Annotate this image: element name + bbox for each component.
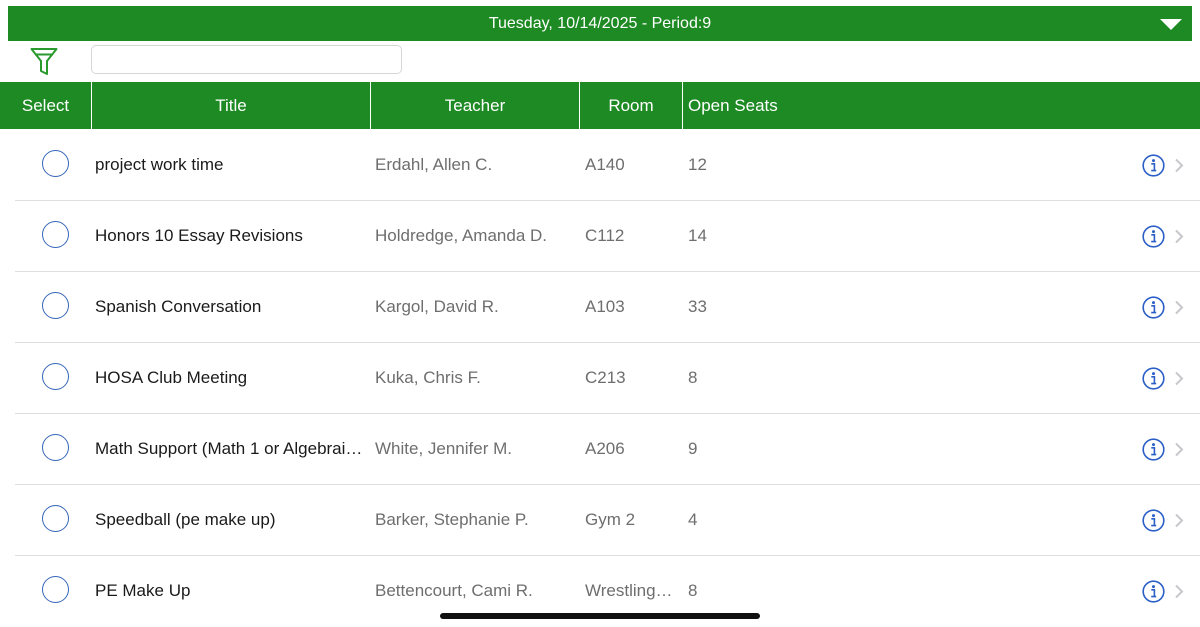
- row-open-seats: 12: [688, 155, 707, 174]
- select-radio[interactable]: [42, 363, 69, 390]
- table-row[interactable]: Speedball (pe make up) Barker, Stephanie…: [0, 485, 1200, 556]
- chevron-right-icon[interactable]: [1174, 371, 1184, 386]
- chevron-right-icon[interactable]: [1174, 229, 1184, 244]
- row-teacher: Kargol, David R.: [375, 297, 499, 316]
- column-header-teacher[interactable]: Teacher: [370, 82, 579, 129]
- chevron-right-icon[interactable]: [1174, 442, 1184, 457]
- row-open-seats: 4: [688, 510, 698, 529]
- table-row[interactable]: Spanish Conversation Kargol, David R. A1…: [0, 272, 1200, 343]
- date-period-label: Tuesday, 10/14/2025 - Period:9: [488, 14, 712, 32]
- column-header-open-seats[interactable]: Open Seats: [682, 82, 1200, 129]
- row-open-seats: 14: [688, 226, 707, 245]
- row-title: Honors 10 Essay Revisions: [95, 226, 303, 245]
- select-radio[interactable]: [42, 150, 69, 177]
- caret-down-icon[interactable]: [1160, 19, 1182, 30]
- home-indicator[interactable]: [440, 613, 760, 619]
- activity-selection-screen: Tuesday, 10/14/2025 - Period:9 Select Ti…: [0, 0, 1200, 627]
- column-header-select: Select: [21, 95, 70, 115]
- row-title: project work time: [95, 155, 224, 174]
- row-title: Math Support (Math 1 or Algebrai…: [95, 439, 363, 458]
- select-radio[interactable]: [42, 221, 69, 248]
- row-room: A103: [585, 297, 625, 316]
- table-row[interactable]: Honors 10 Essay Revisions Holdredge, Ama…: [0, 201, 1200, 272]
- activity-list: project work time Erdahl, Allen C. A140 …: [0, 130, 1200, 627]
- table-row[interactable]: Math Support (Math 1 or Algebrai… White,…: [0, 414, 1200, 485]
- chevron-right-icon[interactable]: [1174, 158, 1184, 173]
- row-open-seats: 8: [688, 368, 698, 387]
- chevron-right-icon[interactable]: [1174, 584, 1184, 599]
- row-teacher: White, Jennifer M.: [375, 439, 512, 458]
- row-teacher: Erdahl, Allen C.: [375, 155, 493, 174]
- table-header: Select Title Teacher Room Open Seats: [0, 82, 1200, 129]
- date-period-selector[interactable]: Tuesday, 10/14/2025 - Period:9: [8, 6, 1192, 41]
- row-open-seats: 9: [688, 439, 698, 458]
- row-room: A206: [585, 439, 625, 458]
- row-teacher: Holdredge, Amanda D.: [375, 226, 547, 245]
- chevron-right-icon[interactable]: [1174, 300, 1184, 315]
- column-header-title[interactable]: Title: [91, 82, 370, 129]
- info-icon[interactable]: [1142, 154, 1165, 177]
- row-title: PE Make Up: [95, 581, 191, 600]
- info-icon[interactable]: [1142, 225, 1165, 248]
- filter-icon[interactable]: [30, 47, 58, 77]
- select-radio[interactable]: [42, 505, 69, 532]
- info-icon[interactable]: [1142, 296, 1165, 319]
- info-icon[interactable]: [1142, 367, 1165, 390]
- row-room: A140: [585, 155, 625, 174]
- row-title: Speedball (pe make up): [95, 510, 276, 529]
- select-radio[interactable]: [42, 576, 69, 603]
- chevron-right-icon[interactable]: [1174, 513, 1184, 528]
- row-room: Gym 2: [585, 510, 636, 529]
- row-title: HOSA Club Meeting: [95, 368, 248, 387]
- row-open-seats: 33: [688, 297, 707, 316]
- info-icon[interactable]: [1142, 580, 1165, 603]
- row-room: C112: [585, 226, 625, 245]
- column-header-room[interactable]: Room: [579, 82, 682, 129]
- table-row[interactable]: HOSA Club Meeting Kuka, Chris F. C213 8: [0, 343, 1200, 414]
- row-teacher: Barker, Stephanie P.: [375, 510, 529, 529]
- info-icon[interactable]: [1142, 438, 1165, 461]
- row-room: C213: [585, 368, 626, 387]
- table-row[interactable]: project work time Erdahl, Allen C. A140 …: [0, 130, 1200, 201]
- select-radio[interactable]: [42, 292, 69, 319]
- select-radio[interactable]: [42, 434, 69, 461]
- info-icon[interactable]: [1142, 509, 1165, 532]
- row-teacher: Kuka, Chris F.: [375, 368, 481, 387]
- search-input[interactable]: [91, 45, 402, 74]
- row-title: Spanish Conversation: [95, 297, 262, 316]
